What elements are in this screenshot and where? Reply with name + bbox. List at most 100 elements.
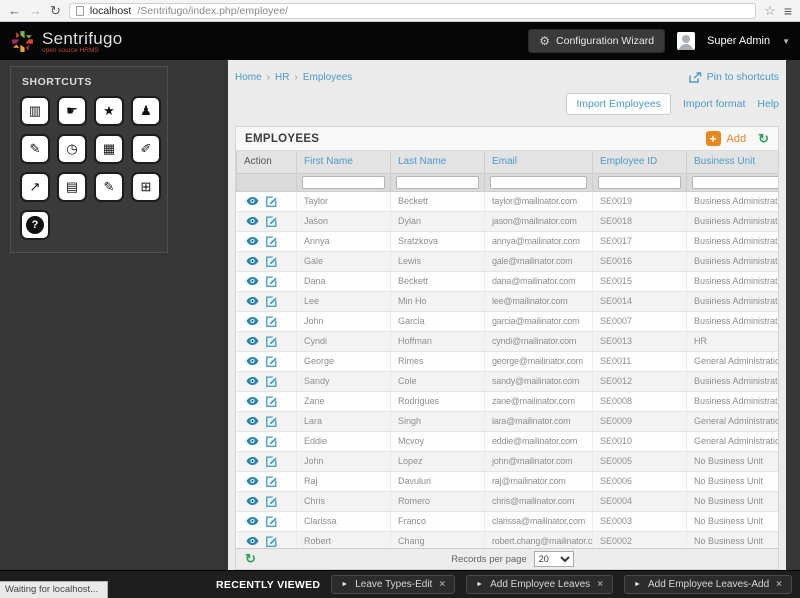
refresh-icon[interactable]: ↻ xyxy=(50,4,61,17)
edit-icon[interactable] xyxy=(266,476,277,487)
edit-icon[interactable] xyxy=(266,356,277,367)
cell-last-name: Franco xyxy=(391,511,485,531)
pin-to-shortcuts-link[interactable]: Pin to shortcuts xyxy=(689,71,779,83)
view-icon[interactable] xyxy=(246,376,259,386)
promotions-icon[interactable]: ↗ xyxy=(22,174,48,200)
user-name[interactable]: Super Admin xyxy=(707,35,770,47)
cell-employee-id: SE0014 xyxy=(593,291,687,311)
sentrifugo-logo[interactable]: Sentrifugo open source HRMS xyxy=(10,29,123,54)
column-header-email[interactable]: Email xyxy=(485,151,593,173)
view-icon[interactable] xyxy=(246,316,259,326)
footer-refresh-icon[interactable]: ↻ xyxy=(245,551,256,567)
recently-viewed-tab[interactable]: ►Add Employee Leaves-Add× xyxy=(624,575,792,594)
filter-input-first-name[interactable] xyxy=(302,176,385,189)
breadcrumb-item-hr[interactable]: HR xyxy=(275,72,289,83)
help-link[interactable]: Help xyxy=(757,98,779,110)
filter-input-employee-id[interactable] xyxy=(598,176,681,189)
view-icon[interactable] xyxy=(246,276,259,286)
edit-icon[interactable] xyxy=(266,196,277,207)
cell-email: dana@mailinator.com xyxy=(485,271,593,291)
cell-first-name: George xyxy=(297,351,391,371)
view-icon[interactable] xyxy=(246,436,259,446)
browser-menu-icon[interactable]: ≡ xyxy=(784,3,792,19)
add-label[interactable]: Add xyxy=(727,133,747,145)
view-icon[interactable] xyxy=(246,396,259,406)
column-header-last-name[interactable]: Last Name xyxy=(391,151,485,173)
edit-icon[interactable] xyxy=(266,256,277,267)
view-icon[interactable] xyxy=(246,416,259,426)
view-icon[interactable] xyxy=(246,496,259,506)
all-modules-icon[interactable]: ⊞ xyxy=(133,174,159,200)
view-icon[interactable] xyxy=(246,536,259,546)
configuration-wizard-button[interactable]: ⚙ Configuration Wizard xyxy=(528,29,665,53)
filter-input-email[interactable] xyxy=(490,176,587,189)
edit-icon[interactable] xyxy=(266,216,277,227)
view-icon[interactable] xyxy=(246,356,259,366)
filter-input-business-unit[interactable] xyxy=(692,176,778,189)
breadcrumb-item-home[interactable]: Home xyxy=(235,72,262,83)
filter-input-last-name[interactable] xyxy=(396,176,479,189)
exit-process-icon[interactable]: ✎ xyxy=(22,136,48,162)
employee-roles-icon[interactable]: ★ xyxy=(96,98,122,124)
close-icon[interactable]: × xyxy=(776,579,782,590)
add-button[interactable]: + xyxy=(706,131,721,146)
logo-title: Sentrifugo xyxy=(42,29,123,49)
column-header-first-name[interactable]: First Name xyxy=(297,151,391,173)
view-icon[interactable] xyxy=(246,516,259,526)
edit-icon[interactable] xyxy=(266,396,277,407)
url-bar[interactable]: localhost/Sentrifugo/index.php/employee/ xyxy=(69,3,756,19)
view-icon[interactable] xyxy=(246,296,259,306)
help-icon[interactable]: ? xyxy=(22,212,48,238)
cell-last-name: Rodrigues xyxy=(391,391,485,411)
view-icon[interactable] xyxy=(246,336,259,346)
view-icon[interactable] xyxy=(246,216,259,226)
breadcrumb-item-employees[interactable]: Employees xyxy=(303,72,352,83)
recently-viewed-tab[interactable]: ►Add Employee Leaves× xyxy=(466,575,613,594)
import-employees-button[interactable]: Import Employees xyxy=(566,93,671,115)
edit-icon[interactable] xyxy=(266,276,277,287)
column-header-employee-id[interactable]: Employee ID xyxy=(593,151,687,173)
import-format-link[interactable]: Import format xyxy=(683,98,745,110)
close-icon[interactable]: × xyxy=(597,579,603,590)
view-icon[interactable] xyxy=(246,256,259,266)
cell-employee-id: SE0010 xyxy=(593,431,687,451)
bookmark-star-icon[interactable]: ☆ xyxy=(764,3,776,19)
view-icon[interactable] xyxy=(246,196,259,206)
table-refresh-icon[interactable]: ↻ xyxy=(758,131,769,147)
edit-icon[interactable] xyxy=(266,296,277,307)
recently-viewed-tab[interactable]: ►Leave Types-Edit× xyxy=(331,575,455,594)
column-header-business-unit[interactable]: Business Unit xyxy=(687,151,779,173)
appraisal-icon[interactable]: ✎ xyxy=(96,174,122,200)
cell-last-name: Chang xyxy=(391,531,485,548)
edit-icon[interactable] xyxy=(266,416,277,427)
edit-icon[interactable] xyxy=(266,496,277,507)
avatar[interactable] xyxy=(677,32,695,50)
forward-icon[interactable]: → xyxy=(29,4,42,17)
id-card-icon[interactable]: ▤ xyxy=(59,174,85,200)
leave-calendar-icon[interactable]: ▦ xyxy=(96,136,122,162)
view-icon[interactable] xyxy=(246,476,259,486)
view-icon[interactable] xyxy=(246,236,259,246)
assign-employees-icon[interactable]: ☛ xyxy=(59,98,85,124)
chevron-down-icon[interactable]: ▼ xyxy=(782,37,790,46)
edit-icon[interactable] xyxy=(266,536,277,547)
browser-status-text: Waiting for localhost... xyxy=(0,581,108,598)
back-icon[interactable]: ← xyxy=(8,4,21,17)
edit-icon[interactable] xyxy=(266,436,277,447)
edit-icon[interactable] xyxy=(266,376,277,387)
cell-last-name: Davuluri xyxy=(391,471,485,491)
pending-requests-icon[interactable]: ◷ xyxy=(59,136,85,162)
cell-first-name: Gale xyxy=(297,251,391,271)
document-edit-icon[interactable]: ✐ xyxy=(133,136,159,162)
edit-icon[interactable] xyxy=(266,236,277,247)
records-per-page-select[interactable]: 20 xyxy=(534,551,574,567)
cell-employee-id: SE0019 xyxy=(593,191,687,211)
edit-icon[interactable] xyxy=(266,316,277,327)
org-structure-icon[interactable]: ▥ xyxy=(22,98,48,124)
hierarchy-icon[interactable]: ♟ xyxy=(133,98,159,124)
edit-icon[interactable] xyxy=(266,456,277,467)
edit-icon[interactable] xyxy=(266,336,277,347)
close-icon[interactable]: × xyxy=(439,579,445,590)
edit-icon[interactable] xyxy=(266,516,277,527)
view-icon[interactable] xyxy=(246,456,259,466)
